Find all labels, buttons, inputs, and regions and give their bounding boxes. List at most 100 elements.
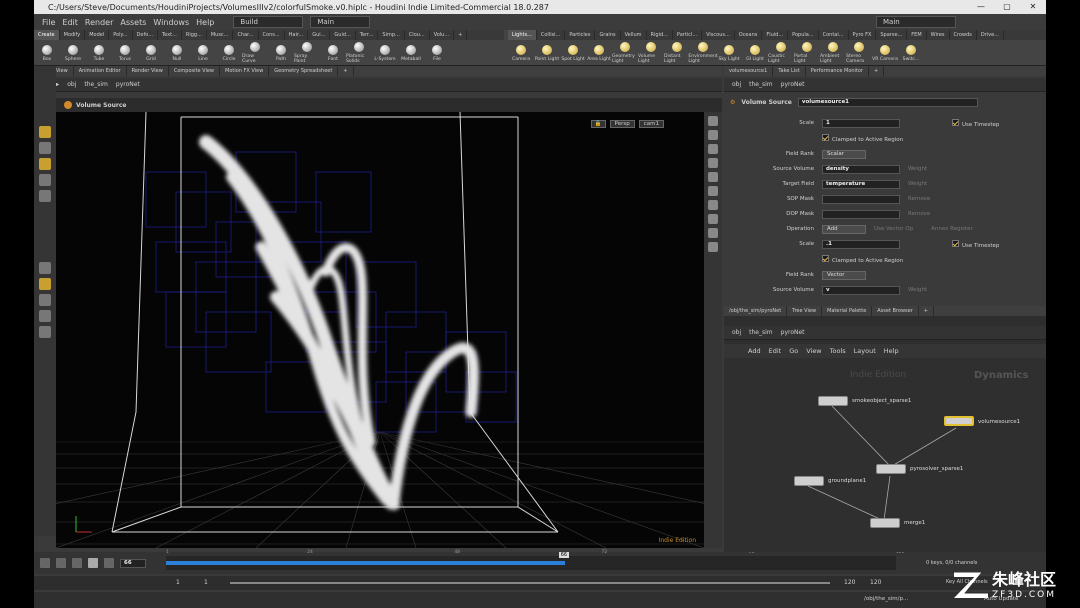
- shelf-tab[interactable]: Rigg...: [182, 30, 207, 40]
- menu-assets[interactable]: Assets: [120, 18, 146, 27]
- range-start-field-b[interactable]: 1: [204, 579, 208, 586]
- shelf-tab[interactable]: Collisi...: [537, 30, 566, 40]
- shelf-tool[interactable]: Null: [164, 44, 190, 62]
- shelf-tab[interactable]: Drive...: [977, 30, 1004, 40]
- param-tab[interactable]: volumesource1: [724, 66, 774, 76]
- shelf-tool[interactable]: Torus: [112, 44, 138, 62]
- shelf-tool[interactable]: Line: [190, 44, 216, 62]
- shelf-tab[interactable]: Popula...: [788, 30, 819, 40]
- param-checkbox-wrap[interactable]: Clamped to Active Region: [822, 254, 903, 264]
- network-tab[interactable]: +: [919, 306, 934, 316]
- magnet-icon[interactable]: [39, 294, 51, 306]
- param-checkbox-wrap[interactable]: Clamped to Active Region: [822, 133, 903, 143]
- param-checkbox-wrap[interactable]: Use Timestep: [952, 239, 999, 249]
- scale-tool-icon[interactable]: [39, 190, 51, 202]
- checkbox-icon[interactable]: [822, 133, 829, 141]
- shelf-tab[interactable]: Hair...: [285, 30, 309, 40]
- display-icon[interactable]: [708, 116, 718, 126]
- node-smokeobject[interactable]: [818, 396, 848, 406]
- shelf-tool[interactable]: Platonic Solids: [346, 42, 372, 64]
- rotate-tool-icon[interactable]: [39, 158, 51, 170]
- network-menu-item[interactable]: Help: [884, 347, 899, 355]
- network-canvas[interactable]: Indie Edition Dynamics smokeobject_spars…: [724, 358, 1046, 552]
- shelf-tool[interactable]: Switc...: [898, 44, 924, 62]
- param-tab[interactable]: Performance Monitor: [806, 66, 870, 76]
- background-icon[interactable]: [708, 200, 718, 210]
- path-obj[interactable]: obj: [732, 81, 741, 88]
- shelf-tool[interactable]: Volume Light: [638, 42, 664, 64]
- menu-windows[interactable]: Windows: [153, 18, 189, 27]
- param-value-field[interactable]: v: [822, 285, 900, 295]
- network-menu-item[interactable]: Add: [748, 347, 761, 355]
- shelf-tab[interactable]: Oceans: [735, 30, 763, 40]
- path-obj[interactable]: obj: [67, 81, 76, 88]
- range-end-field-b[interactable]: 120: [870, 579, 881, 586]
- right-desktop-dropdown[interactable]: Main: [876, 16, 956, 28]
- network-menu-item[interactable]: Tools: [830, 347, 846, 355]
- checkbox-icon[interactable]: [952, 118, 959, 126]
- persp-menu[interactable]: Persp: [609, 120, 635, 128]
- light-icon[interactable]: [708, 186, 718, 196]
- shelf-tool[interactable]: Sky Light: [716, 44, 742, 62]
- shelf-tool[interactable]: Font: [320, 44, 346, 62]
- sphere-display-icon[interactable]: [708, 172, 718, 182]
- shelf-tool[interactable]: Stereo Camera: [846, 42, 872, 64]
- jump-end-icon[interactable]: [104, 558, 114, 568]
- path-pyronet[interactable]: pyroNet: [781, 329, 805, 336]
- shelf-tab[interactable]: Lights...: [508, 30, 537, 40]
- select-tool-icon[interactable]: [39, 126, 51, 138]
- camera-menu[interactable]: cam1: [638, 120, 664, 128]
- shelf-tab[interactable]: Crowds: [950, 30, 977, 40]
- node-groundplane[interactable]: [794, 476, 824, 486]
- viewer-tab[interactable]: Animation Editor: [74, 66, 127, 76]
- range-end-field[interactable]: 120: [844, 579, 855, 586]
- shelf-tool[interactable]: Spot Light: [560, 44, 586, 62]
- param-value-field[interactable]: 1: [822, 118, 900, 128]
- shelf-tab[interactable]: Volu...: [430, 30, 455, 40]
- lock-icon[interactable]: 🔒: [590, 120, 606, 128]
- timeline-scrubber[interactable]: 1 24 48 72 96 120 66: [166, 550, 905, 570]
- stop-icon[interactable]: [72, 558, 82, 568]
- viewer-tab[interactable]: Geometry Spreadsheet: [269, 66, 339, 76]
- shelf-tab[interactable]: Sparse...: [876, 30, 908, 40]
- network-tab[interactable]: Material Palette: [822, 306, 873, 316]
- shelf-tool[interactable]: GI Light: [742, 44, 768, 62]
- viewer-tab[interactable]: Render View: [127, 66, 169, 76]
- shelf-tool[interactable]: Ambient Light: [820, 42, 846, 64]
- checkbox-icon[interactable]: [952, 239, 959, 247]
- shelf-tab[interactable]: Musc...: [207, 30, 234, 40]
- network-tab[interactable]: Asset Browser: [872, 306, 919, 316]
- param-tab[interactable]: Take List: [773, 66, 806, 76]
- shelf-tool[interactable]: Camera: [508, 44, 534, 62]
- shelf-tab[interactable]: Gui...: [308, 30, 331, 40]
- shelf-tool[interactable]: Area Light: [586, 44, 612, 62]
- shelf-tool[interactable]: Point Light: [534, 44, 560, 62]
- shelf-tab[interactable]: Cons...: [259, 30, 285, 40]
- handle-tool-icon[interactable]: [39, 278, 51, 290]
- shelf-tool[interactable]: Metaball: [398, 44, 424, 62]
- network-menu-item[interactable]: View: [806, 347, 821, 355]
- view-tool-icon[interactable]: [39, 262, 51, 274]
- shelf-tab[interactable]: Simp...: [378, 30, 405, 40]
- path-the-sim[interactable]: the_sim: [84, 81, 107, 88]
- network-menu-item[interactable]: Edit: [769, 347, 782, 355]
- menu-file[interactable]: File: [42, 18, 55, 27]
- wire-icon[interactable]: [708, 242, 718, 252]
- shelf-tab[interactable]: Pyro FX: [849, 30, 877, 40]
- shelf-tool[interactable]: File: [424, 44, 450, 62]
- viewer-tab[interactable]: Motion FX View: [220, 66, 270, 76]
- magnet-red-icon[interactable]: [39, 326, 51, 338]
- desktop-dropdown[interactable]: Build: [233, 16, 304, 28]
- shelf-tab[interactable]: Text...: [158, 30, 182, 40]
- step-back-icon[interactable]: [56, 558, 66, 568]
- shelf-tab[interactable]: Wires: [927, 30, 950, 40]
- checkbox-icon[interactable]: [822, 254, 829, 262]
- jump-start-icon[interactable]: [40, 558, 50, 568]
- shelf-tab[interactable]: Fluid...: [762, 30, 789, 40]
- shading-icon[interactable]: [708, 130, 718, 140]
- shelf-tab[interactable]: Rigid...: [647, 30, 673, 40]
- param-value-field[interactable]: [822, 209, 900, 219]
- param-checkbox-wrap[interactable]: Use Timestep: [952, 118, 999, 128]
- shelf-tab[interactable]: Char...: [233, 30, 259, 40]
- shelf-tab[interactable]: Defo...: [133, 30, 158, 40]
